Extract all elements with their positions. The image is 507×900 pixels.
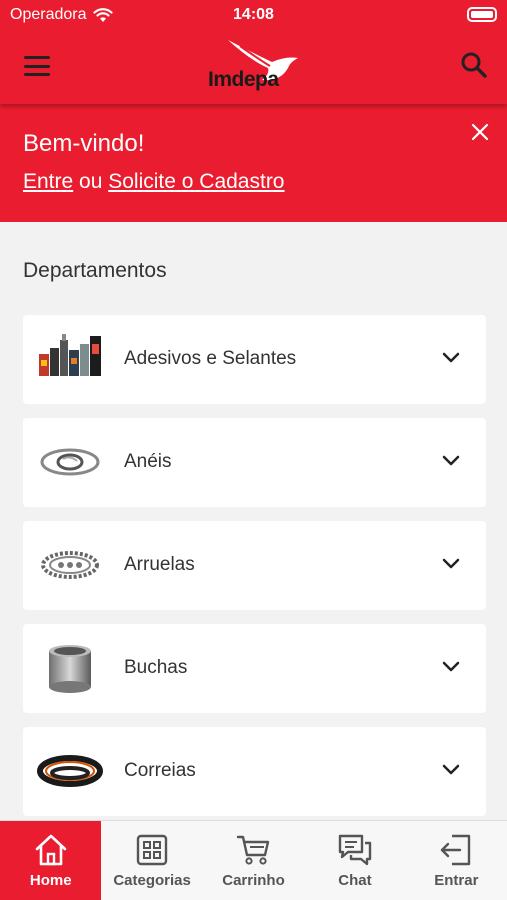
department-item-buchas[interactable]: Buchas [23,624,486,713]
app-header: Imdepa [0,30,507,104]
menu-button[interactable] [22,52,52,80]
tab-label: Home [29,872,72,889]
cart-icon [236,835,269,865]
department-item-correias[interactable]: Correias [23,727,486,816]
close-banner-button[interactable] [469,121,491,143]
auth-links: Entre ou Solicite o Cadastro [23,170,285,194]
department-label: Buchas [124,657,188,678]
rings-product-icon [40,448,100,476]
tab-label: Categorias [113,872,191,889]
login-link[interactable]: Entre [23,170,73,193]
clock: 14:08 [233,6,274,23]
tab-label: Chat [338,872,372,889]
search-icon [461,52,487,78]
close-icon [471,123,489,141]
bottom-tab-bar: Home Categorias Carrinho Chat Entrar [0,820,507,900]
belts-product-icon [37,755,103,787]
chevron-down-icon [442,455,460,466]
tab-label: Carrinho [222,872,285,889]
welcome-banner: Bem-vindo! Entre ou Solicite o Cadastro [0,104,507,222]
tab-chat[interactable]: Chat [304,821,405,900]
welcome-title: Bem-vindo! [23,130,145,157]
menu-icon-line [24,64,50,68]
chevron-down-icon [442,661,460,672]
washers-product-icon [41,551,99,579]
register-link[interactable]: Solicite o Cadastro [108,170,284,193]
login-icon [441,834,471,866]
department-item-aneis[interactable]: Anéis [23,418,486,507]
logo-wordmark: Imdepa [208,68,279,91]
menu-icon-line [24,56,50,59]
home-icon [35,834,67,866]
adhesives-product-icon [39,334,101,376]
department-item-adesivos[interactable]: Adesivos e Selantes [23,315,486,404]
tab-home[interactable]: Home [0,821,102,900]
battery-icon [467,7,497,22]
chat-icon [338,834,372,866]
department-item-arruelas[interactable]: Arruelas [23,521,486,610]
department-label: Adesivos e Selantes [124,348,297,369]
departments-title: Departamentos [23,259,167,282]
department-list: Adesivos e Selantes Anéis Arruelas Bucha… [23,315,486,830]
status-bar: Operadora 14:08 [0,0,507,30]
tab-carrinho[interactable]: Carrinho [203,821,304,900]
brand-logo[interactable]: Imdepa [200,36,310,96]
menu-icon-line [24,73,50,76]
chevron-down-icon [442,558,460,569]
search-button[interactable] [459,50,489,80]
auth-connector: ou [73,170,109,193]
tab-label: Entrar [434,872,479,889]
bushing-product-icon [49,645,91,693]
department-label: Anéis [124,451,172,472]
department-label: Correias [124,760,196,781]
chevron-down-icon [442,764,460,775]
tab-categorias[interactable]: Categorias [101,821,202,900]
department-label: Arruelas [124,554,195,575]
chevron-down-icon [442,352,460,363]
grid-icon [136,834,168,866]
tab-entrar[interactable]: Entrar [406,821,507,900]
